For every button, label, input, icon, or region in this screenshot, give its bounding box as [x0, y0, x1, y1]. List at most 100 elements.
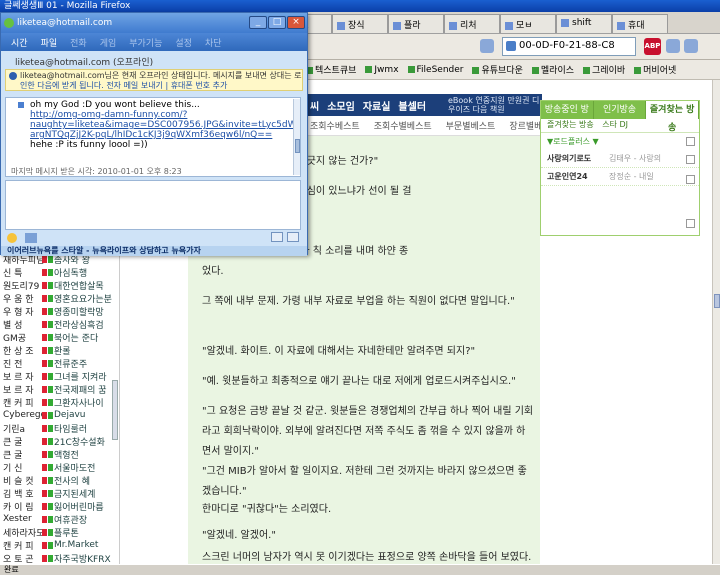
author-name: 오 토 곤: [3, 554, 34, 565]
list-item[interactable]: 보 르 자 전국제패의 꿈: [0, 382, 120, 396]
message-input[interactable]: [5, 180, 301, 230]
checkbox[interactable]: [686, 155, 695, 164]
new-icon: [42, 255, 47, 263]
update-icon: [48, 463, 53, 471]
toolbar-button-icon[interactable]: [684, 39, 698, 53]
list-item[interactable]: 세하라자도 플루톤: [0, 525, 120, 539]
tab-now-broadcasting[interactable]: 방송중인 방송: [541, 101, 594, 133]
menu-item[interactable]: 차단: [205, 36, 222, 49]
scrollbar-thumb[interactable]: [714, 294, 720, 308]
list-item[interactable]: 카 이 림 잃어버린마름: [0, 499, 120, 513]
browser-tab[interactable]: 리처: [444, 14, 500, 33]
browser-tab[interactable]: 휴대: [612, 14, 668, 33]
list-item[interactable]: 진 전 전류준주: [0, 356, 120, 370]
list-item[interactable]: 캔 커 피 Mr.Market: [0, 538, 120, 552]
ink-icon[interactable]: [271, 232, 283, 242]
novel-title: 그녀를 지켜라: [54, 372, 107, 383]
list-item[interactable]: 비 슬 컷 전사의 혜: [0, 473, 120, 487]
tab-favicon-icon: [337, 21, 345, 30]
status-icon: [42, 502, 54, 510]
checkbox[interactable]: [686, 137, 695, 146]
list-item[interactable]: GM공 북어는 준다: [0, 330, 120, 344]
list-item[interactable]: 기린a 타임룰러: [0, 421, 120, 435]
close-icon[interactable]: ×: [287, 16, 305, 29]
menu-item[interactable]: 파일: [41, 36, 58, 49]
offline-warning-links[interactable]: 인한 다음에 받게 됩니다. 전자 메일 보내기 | 휴대폰 번호 추가: [20, 81, 298, 90]
home-icon[interactable]: [480, 39, 494, 53]
list-item[interactable]: 큰 굴 액형전: [0, 447, 120, 461]
menu-item[interactable]: 게임: [100, 36, 117, 49]
list-item[interactable]: 큰 굴 21C창수설화: [0, 434, 120, 448]
chat-link[interactable]: argNTQqZjJ2K-pqL/lhIDc1cKJ3j9qWXmf36eqw6…: [30, 130, 296, 140]
type-icon[interactable]: [287, 232, 299, 242]
list-item[interactable]: 보 르 자 그녀를 지켜라: [0, 369, 120, 383]
page-scrollbar[interactable]: [712, 80, 720, 564]
tab-favorite-broadcasts[interactable]: 즐겨찾는 방송: [646, 101, 700, 133]
site-nav-item[interactable]: 자료실: [363, 98, 391, 113]
broadcast-row[interactable]: 사랑의기로도 김태우 - 사랑의: [541, 150, 699, 168]
bookmark-item[interactable]: 텍스트큐브: [306, 63, 356, 76]
menu-item[interactable]: 설정: [175, 36, 192, 49]
update-icon: [48, 320, 53, 328]
scrollbar-thumb[interactable]: [295, 139, 300, 153]
browser-tab[interactable]: 플라: [388, 14, 444, 33]
novel-title: 여휴관장: [54, 515, 88, 526]
bookmark-item[interactable]: FileSender: [407, 65, 463, 75]
list-item[interactable]: 오 토 곤 자주국방KFRX: [0, 551, 120, 564]
status-icon: [42, 476, 54, 484]
site-mini-menu[interactable]: eBook 연중지원 만원권 디우이즈 다음 책원: [448, 96, 542, 114]
list-item[interactable]: 신 특 아심독행: [0, 265, 120, 279]
bookmark-item[interactable]: Jwmx: [365, 65, 399, 75]
status-icon: [42, 554, 54, 562]
site-nav-item[interactable]: 블셀터: [398, 98, 426, 113]
subtab-favorites[interactable]: 즐겨찾는 방송: [547, 120, 594, 129]
address-bar[interactable]: 00-0D-F0-21-88-C8: [502, 37, 636, 56]
menu-item[interactable]: 부가기능: [129, 36, 162, 49]
subnav-item[interactable]: 조회수별베스트: [374, 119, 432, 132]
browser-tab[interactable]: shift: [556, 14, 612, 33]
site-nav-item[interactable]: 소모임: [327, 98, 355, 113]
list-item[interactable]: 캔 커 피 그환자사나이: [0, 395, 120, 409]
list-item[interactable]: Cyberego Dejavu: [0, 408, 120, 422]
subnav-item[interactable]: 부문별베스트: [446, 119, 496, 132]
list-item[interactable]: Xester 여휴관장: [0, 512, 120, 526]
checkbox[interactable]: [686, 219, 695, 228]
author-name: 비 슬 컷: [3, 476, 34, 487]
browser-tab[interactable]: 모ㅂ: [500, 14, 556, 33]
list-item[interactable]: 별 성 전라상심흑검: [0, 317, 120, 331]
chat-link[interactable]: naughty=liketea&image=DSC007956.JPG&invi…: [30, 120, 296, 130]
list-item[interactable]: 우 형 자 영종미할락망: [0, 304, 120, 318]
bookmark-item[interactable]: 머비어넷: [634, 63, 676, 76]
toolbar-button-icon[interactable]: [666, 39, 680, 53]
list-item[interactable]: 기 신 서울마도전: [0, 460, 120, 474]
adblock-icon[interactable]: ABP: [644, 38, 661, 55]
menu-item[interactable]: 전화: [70, 36, 87, 49]
checkbox[interactable]: [686, 175, 695, 184]
list-item[interactable]: 김 백 호 금지된세계: [0, 486, 120, 500]
message-bullet-icon: [18, 102, 24, 108]
site-nav-item[interactable]: 씨: [310, 98, 319, 113]
messenger-titlebar[interactable]: liketea@hotmail.com _ □ ×: [1, 13, 307, 33]
list-item[interactable]: 한 상 조 환롤: [0, 343, 120, 357]
emoticon-icon[interactable]: [7, 233, 17, 243]
tab-popular-broadcasts[interactable]: 인기방송: [593, 101, 647, 119]
broadcast-row[interactable]: 고운인연24 장정순 - 내일: [541, 168, 699, 186]
subnav-item[interactable]: 장르별베스트: [509, 119, 542, 132]
list-item[interactable]: 우 움 한 영혼요요가는분: [0, 291, 120, 305]
bookmark-item[interactable]: 그레이바: [583, 63, 625, 76]
subnav-item[interactable]: 조회수베스트: [310, 119, 360, 132]
status-icon: [42, 528, 54, 536]
bookmark-item[interactable]: 유튜브다운: [472, 63, 523, 76]
browser-tab[interactable]: 장식: [332, 14, 388, 33]
bookmark-item[interactable]: 멜라이스: [531, 63, 574, 76]
menu-item[interactable]: 시간: [11, 36, 28, 49]
chat-scrollbar[interactable]: [293, 99, 300, 175]
font-icon[interactable]: [25, 233, 37, 243]
chat-link[interactable]: http://omg-omg-damn-funny.com/?: [30, 110, 296, 120]
maximize-icon[interactable]: □: [268, 16, 286, 29]
minimize-icon[interactable]: _: [249, 16, 267, 29]
messenger-ad-banner[interactable]: 이어러브뉴욕를 스타알 - 뉴욕라이프와 상담하고 뉴욕가자: [1, 246, 307, 256]
list-item[interactable]: 원도리79 대한연합살목: [0, 278, 120, 292]
author-name: Xester: [3, 514, 32, 524]
subtab-star-dj[interactable]: 스타 DJ: [602, 120, 628, 129]
